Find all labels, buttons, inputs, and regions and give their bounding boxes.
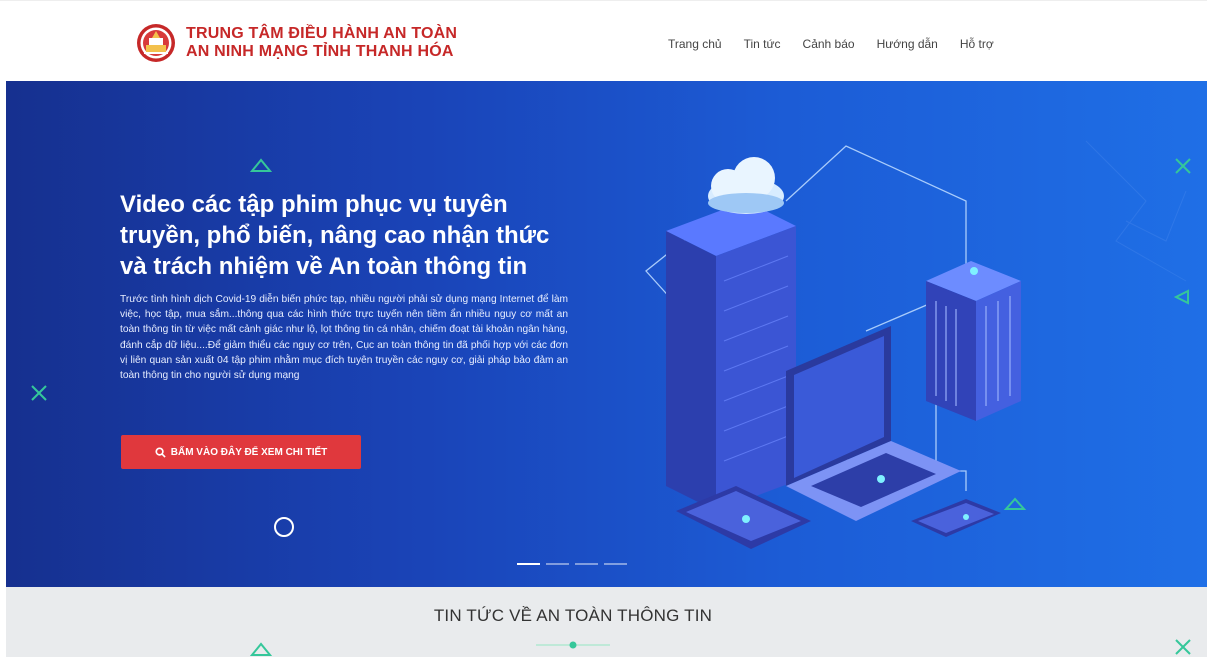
nav-support[interactable]: Hỗ trợ	[960, 37, 994, 51]
cross-deco-icon	[1175, 639, 1191, 655]
nav-alerts[interactable]: Cảnh báo	[803, 37, 855, 51]
main-nav: Trang chủ Tin tức Cảnh báo Hướng dẫn Hỗ …	[668, 37, 1016, 51]
triangle-deco-icon	[1173, 289, 1189, 305]
news-section: TIN TỨC VỀ AN TOÀN THÔNG TIN	[6, 587, 1207, 657]
nav-news[interactable]: Tin tức	[744, 37, 781, 51]
search-icon	[155, 446, 166, 458]
cross-deco-icon	[1175, 158, 1191, 174]
nav-guides[interactable]: Hướng dẫn	[877, 37, 938, 51]
hero-title: Video các tập phim phục vụ tuyên truyền,…	[120, 191, 550, 280]
logo-title-line-2: AN NINH MẠNG TỈNH THANH HÓA	[186, 43, 454, 60]
section-divider	[536, 641, 610, 649]
slide-indicator-1[interactable]	[517, 563, 540, 565]
slide-indicator-3[interactable]	[575, 563, 598, 565]
news-section-title: TIN TỨC VỀ AN TOÀN THÔNG TIN	[433, 606, 713, 625]
circle-deco-icon	[274, 517, 294, 537]
server-tower	[666, 201, 796, 511]
nav-home[interactable]: Trang chủ	[668, 37, 722, 51]
slide-indicator-4[interactable]	[604, 563, 627, 565]
view-details-label: BẤM VÀO ĐÂY ĐỂ XEM CHI TIẾT	[170, 446, 328, 458]
emblem-logo-icon	[137, 24, 175, 62]
slide-indicator-2[interactable]	[546, 563, 569, 565]
triangle-deco-icon	[249, 158, 273, 172]
hero-description: Trước tình hình dịch Covid-19 diễn biến …	[120, 294, 568, 382]
logo-title-line-1: TRUNG TÂM ĐIỀU HÀNH AN TOÀN	[186, 25, 458, 42]
phone-icon	[911, 499, 1001, 537]
cloud-icon	[708, 157, 784, 214]
cross-deco-icon	[31, 385, 47, 401]
hero-slider: Video các tập phim phục vụ tuyên truyền,…	[6, 81, 1207, 587]
site-header: TRUNG TÂM ĐIỀU HÀNH AN TOÀN AN NINH MẠNG…	[0, 0, 1207, 80]
slider-indicators	[517, 563, 627, 565]
triangle-deco-icon	[249, 642, 273, 656]
datacenter-illustration	[645, 145, 1021, 549]
site-logo[interactable]: TRUNG TÂM ĐIỀU HÀNH AN TOÀN AN NINH MẠNG…	[136, 23, 457, 63]
small-server	[926, 261, 1021, 421]
view-details-button[interactable]: BẤM VÀO ĐÂY ĐỂ XEM CHI TIẾT	[121, 435, 361, 469]
